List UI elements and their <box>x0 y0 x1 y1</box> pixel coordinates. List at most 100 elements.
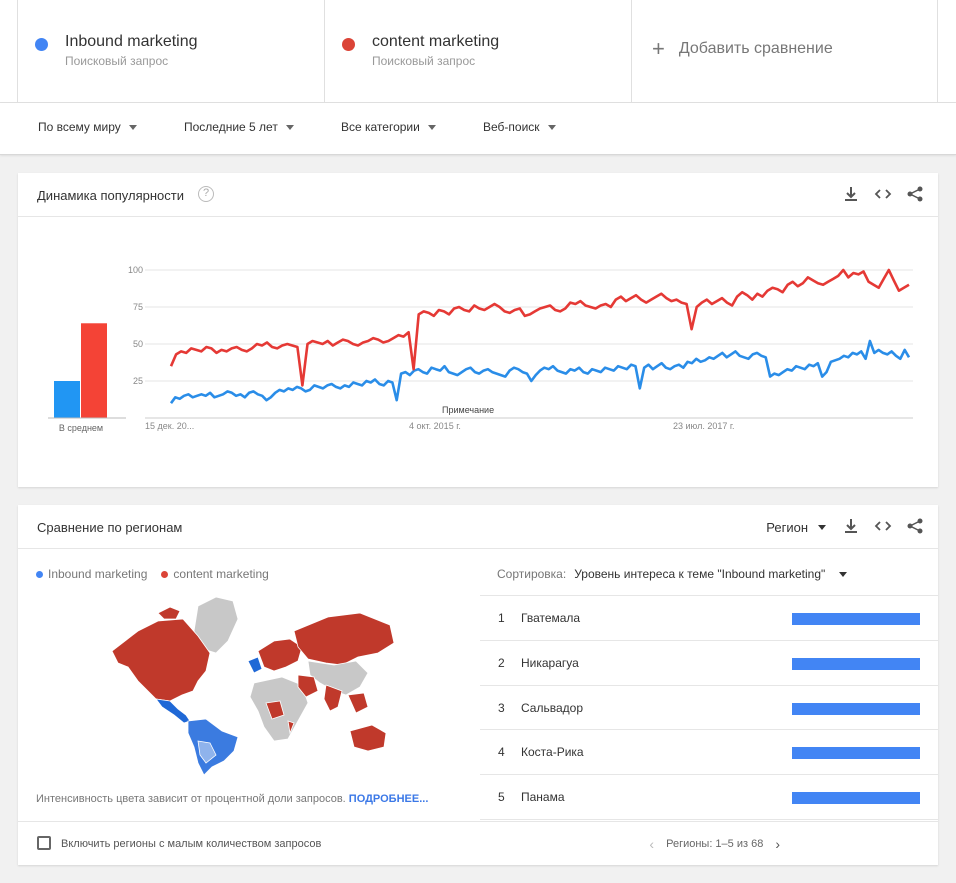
x-tick-label: 23 июл. 2017 г. <box>673 421 735 431</box>
region-rank: 4 <box>498 745 505 760</box>
term-name[interactable]: content marketing <box>372 33 499 51</box>
caret-down-icon <box>818 525 826 530</box>
legend-dot <box>161 571 169 578</box>
region-name: Гватемала <box>521 611 581 625</box>
caret-down-icon <box>839 571 848 577</box>
prev-page-icon[interactable]: ‹ <box>649 836 654 852</box>
region-rank: 3 <box>498 700 505 715</box>
term-type: Поисковый запрос <box>372 54 476 68</box>
caret-down-icon <box>427 124 436 130</box>
filter-bar: По всему миру Последние 5 лет Все катего… <box>0 103 956 155</box>
next-page-icon[interactable]: › <box>775 836 780 852</box>
y-tick-label: 50 <box>133 339 143 349</box>
learn-more-link[interactable]: ПОДРОБНЕЕ... <box>349 793 429 805</box>
average-bar <box>81 323 107 418</box>
region-share-bar <box>792 747 920 760</box>
region-row[interactable]: 3 Сальвадор <box>480 686 938 731</box>
region-rank: 1 <box>498 611 505 625</box>
share-icon[interactable] <box>906 517 924 535</box>
x-tick-label: 15 дек. 20... <box>145 421 194 431</box>
region-row[interactable]: 4 Коста-Рика <box>480 730 938 776</box>
term-card-content[interactable]: content marketing Поисковый запрос <box>324 0 631 103</box>
region-select-label: Регион <box>766 520 808 535</box>
card-title: Сравнение по регионам <box>37 520 183 535</box>
caret-down-icon <box>285 124 294 130</box>
filter-label: По всему миру <box>38 120 121 134</box>
term-color-dot <box>342 38 355 51</box>
pagination-status: Регионы: 1–5 из 68 <box>666 838 764 850</box>
filter-period[interactable]: Последние 5 лет <box>184 120 294 134</box>
caret-down-icon <box>128 124 137 130</box>
download-icon[interactable] <box>842 517 860 535</box>
legend-dot <box>36 571 43 578</box>
region-rank: 5 <box>498 790 505 805</box>
world-map[interactable] <box>98 591 398 776</box>
help-icon[interactable]: ? <box>198 186 214 202</box>
region-row[interactable]: 2 Никарагуа <box>480 641 938 686</box>
map-note-text: Интенсивность цвета зависит от процентно… <box>36 793 346 805</box>
legend-item-inbound: Inbound marketing <box>36 567 147 581</box>
filter-search-type[interactable]: Веб-поиск <box>483 120 556 134</box>
region-row[interactable]: 5 Панама <box>480 775 938 820</box>
compare-bar: Inbound marketing Поисковый запрос conte… <box>0 0 956 103</box>
region-name: Никарагуа <box>521 655 579 670</box>
legend-label: content marketing <box>173 567 269 581</box>
average-bar <box>54 381 80 418</box>
plus-icon: + <box>652 36 665 61</box>
region-share-bar <box>792 792 920 805</box>
region-name: Сальвадор <box>521 700 583 715</box>
y-tick-label: 25 <box>133 376 143 386</box>
filter-label: Последние 5 лет <box>184 120 278 134</box>
embed-code-icon[interactable] <box>874 185 892 203</box>
add-compare-card[interactable]: + Добавить сравнение <box>631 0 938 103</box>
y-tick-label: 100 <box>128 265 143 275</box>
region-card-footer: Включить регионы с малым количеством зап… <box>18 821 938 865</box>
region-name: Панама <box>521 790 565 805</box>
average-label: В среднем <box>59 423 103 433</box>
legend-item-content: content marketing <box>161 567 269 581</box>
x-tick-label: 4 окт. 2015 г. <box>409 421 461 431</box>
chart-note: Примечание <box>442 405 494 415</box>
add-compare-button[interactable]: + Добавить сравнение <box>652 36 833 61</box>
compare-by-region-card: Сравнение по регионам Регион Inbound mar… <box>18 505 938 865</box>
download-icon[interactable] <box>842 185 860 203</box>
region-share-bar <box>792 702 920 715</box>
sort-value: Уровень интереса к теме "Inbound marketi… <box>574 567 826 581</box>
region-share-bar <box>792 613 920 625</box>
filter-region[interactable]: По всему миру <box>38 120 137 134</box>
region-share-bar <box>792 657 920 670</box>
map-note: Интенсивность цвета зависит от процентно… <box>36 793 428 805</box>
filter-label: Веб-поиск <box>483 120 540 134</box>
region-ranking-list: 1 Гватемала 2 Никарагуа 3 Сальвадор 4 Коста-Рик… <box>480 595 938 820</box>
card-header: Динамика популярности ? <box>18 173 938 217</box>
filter-label: Все категории <box>341 120 420 134</box>
add-compare-label: Добавить сравнение <box>678 40 833 57</box>
region-row[interactable]: 1 Гватемала <box>480 596 938 641</box>
interest-over-time-card: Динамика популярности ? 25 50 75 100 В средн… <box>18 173 938 487</box>
map-legend: Inbound marketing content marketing <box>36 567 269 581</box>
region-resolution-select[interactable]: Регион <box>766 520 826 535</box>
card-title: Динамика популярности <box>37 188 184 203</box>
region-name: Коста-Рика <box>521 745 584 760</box>
term-color-dot <box>35 38 48 51</box>
card-header: Сравнение по регионам Регион <box>18 505 938 549</box>
pagination: ‹ Регионы: 1–5 из 68 › <box>649 836 780 852</box>
caret-down-icon <box>547 124 556 130</box>
region-rank: 2 <box>498 655 505 670</box>
legend-label: Inbound marketing <box>48 567 148 581</box>
series-line <box>169 339 911 404</box>
embed-code-icon[interactable] <box>874 517 892 535</box>
low-volume-checkbox-label[interactable]: Включить регионы с малым количеством зап… <box>61 838 321 850</box>
filter-category[interactable]: Все категории <box>341 120 436 134</box>
term-card-inbound[interactable]: Inbound marketing Поисковый запрос <box>17 0 324 103</box>
share-icon[interactable] <box>906 185 924 203</box>
sort-label: Сортировка: <box>497 567 567 581</box>
card-actions <box>842 185 924 203</box>
term-name[interactable]: Inbound marketing <box>65 33 198 51</box>
term-type: Поисковый запрос <box>65 54 169 68</box>
sort-control[interactable]: Сортировка: Уровень интереса к теме "Inb… <box>497 567 848 581</box>
y-tick-label: 75 <box>133 302 143 312</box>
card-actions <box>842 517 924 535</box>
low-volume-checkbox[interactable] <box>37 836 51 850</box>
interest-chart[interactable]: 25 50 75 100 В среднем 15 дек. 20... 4 окт. 20… <box>18 218 938 487</box>
